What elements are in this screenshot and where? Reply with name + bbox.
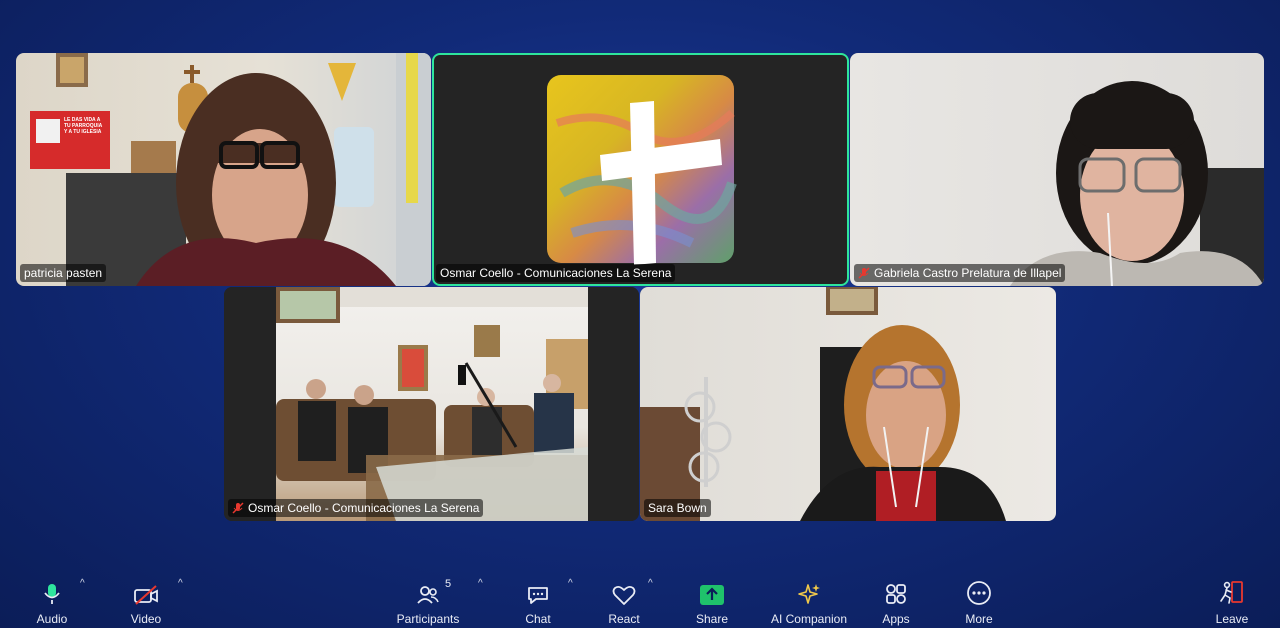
- room-video-scene: [276, 287, 588, 521]
- video-tile-patricia[interactable]: LE DAS VIDA A TU PARROQUIA Y A TU IGLESI…: [16, 53, 431, 286]
- apps-icon: [886, 584, 906, 604]
- share-screen-icon: [700, 585, 724, 605]
- chat-label: Chat: [525, 612, 551, 626]
- participant-name: Osmar Coello - Comunicaciones La Serena: [440, 266, 672, 280]
- more-button[interactable]: More: [955, 568, 1003, 628]
- share-label: Share: [695, 612, 729, 626]
- video-tile-sara[interactable]: Sara Bown: [640, 287, 1056, 521]
- video-options-caret[interactable]: ^: [178, 578, 183, 589]
- audio-label: Audio: [36, 612, 68, 626]
- participant-name-tag: Gabriela Castro Prelatura de Illapel: [854, 264, 1066, 282]
- participant-name-tag: Osmar Coello - Comunicaciones La Serena: [228, 499, 484, 517]
- participant-name-tag: Osmar Coello - Comunicaciones La Serena: [436, 264, 676, 282]
- heart-icon: [612, 585, 636, 605]
- leave-button[interactable]: Leave: [1208, 568, 1256, 628]
- gabriela-video-scene: [1010, 81, 1264, 286]
- video-tile-osmar-logo[interactable]: Osmar Coello - Comunicaciones La Serena: [432, 53, 849, 286]
- participants-options-caret[interactable]: ^: [478, 578, 483, 589]
- leave-label: Leave: [1215, 612, 1249, 626]
- participant-name: Sara Bown: [648, 501, 707, 515]
- share-button[interactable]: Share: [688, 568, 736, 628]
- more-label: More: [965, 612, 993, 626]
- meeting-toolbar: Audio ^ Video ^ Participants 5 ^ Chat ^: [0, 568, 1280, 628]
- react-label: React: [608, 612, 640, 626]
- participant-name-tag: Sara Bown: [644, 499, 711, 517]
- cross-logo-icon: [547, 75, 737, 265]
- participant-name-tag: patricia pasten: [20, 264, 107, 282]
- room-scene: [276, 287, 588, 521]
- leave-icon: [1220, 581, 1243, 604]
- participant-avatar-logo: [432, 53, 849, 286]
- chat-button[interactable]: Chat: [514, 568, 562, 628]
- react-options-caret[interactable]: ^: [648, 578, 653, 589]
- participant-video: [224, 287, 639, 521]
- apps-label: Apps: [882, 612, 910, 626]
- participants-button[interactable]: Participants: [392, 568, 464, 628]
- participants-count-badge: 5: [445, 578, 452, 590]
- audio-options-caret[interactable]: ^: [80, 578, 85, 589]
- video-off-icon: [134, 585, 158, 605]
- patricia-video-scene: [30, 53, 431, 286]
- chat-icon: [528, 587, 548, 604]
- sparkle-icon: [798, 584, 820, 604]
- ai-companion-label: AI Companion: [770, 612, 848, 626]
- participants-icon: [417, 586, 439, 604]
- apps-button[interactable]: Apps: [872, 568, 920, 628]
- participant-name: patricia pasten: [24, 266, 103, 280]
- more-icon: [967, 581, 991, 605]
- ai-companion-button[interactable]: AI Companion: [764, 568, 854, 628]
- chat-options-caret[interactable]: ^: [568, 578, 573, 589]
- muted-mic-icon: [232, 502, 244, 514]
- participant-video: [850, 53, 1264, 286]
- sara-video-scene: [640, 287, 1006, 521]
- video-button[interactable]: Video: [118, 568, 174, 628]
- participants-label: Participants: [396, 612, 460, 626]
- video-tile-gabriela[interactable]: Gabriela Castro Prelatura de Illapel: [850, 53, 1264, 286]
- participant-video: LE DAS VIDA A TU PARROQUIA Y A TU IGLESI…: [16, 53, 431, 286]
- poster-text: LE DAS VIDA A TU PARROQUIA Y A TU IGLESI…: [64, 117, 103, 135]
- video-tile-osmar-camera[interactable]: Osmar Coello - Comunicaciones La Serena: [224, 287, 639, 521]
- audio-button[interactable]: Audio: [24, 568, 80, 628]
- muted-mic-icon: [858, 267, 870, 279]
- participant-name: Osmar Coello - Comunicaciones La Serena: [248, 501, 480, 515]
- video-label: Video: [130, 612, 162, 626]
- participant-name: Gabriela Castro Prelatura de Illapel: [874, 266, 1062, 280]
- react-button[interactable]: React: [600, 568, 648, 628]
- microphone-icon: [44, 584, 60, 604]
- participant-video: [640, 287, 1056, 521]
